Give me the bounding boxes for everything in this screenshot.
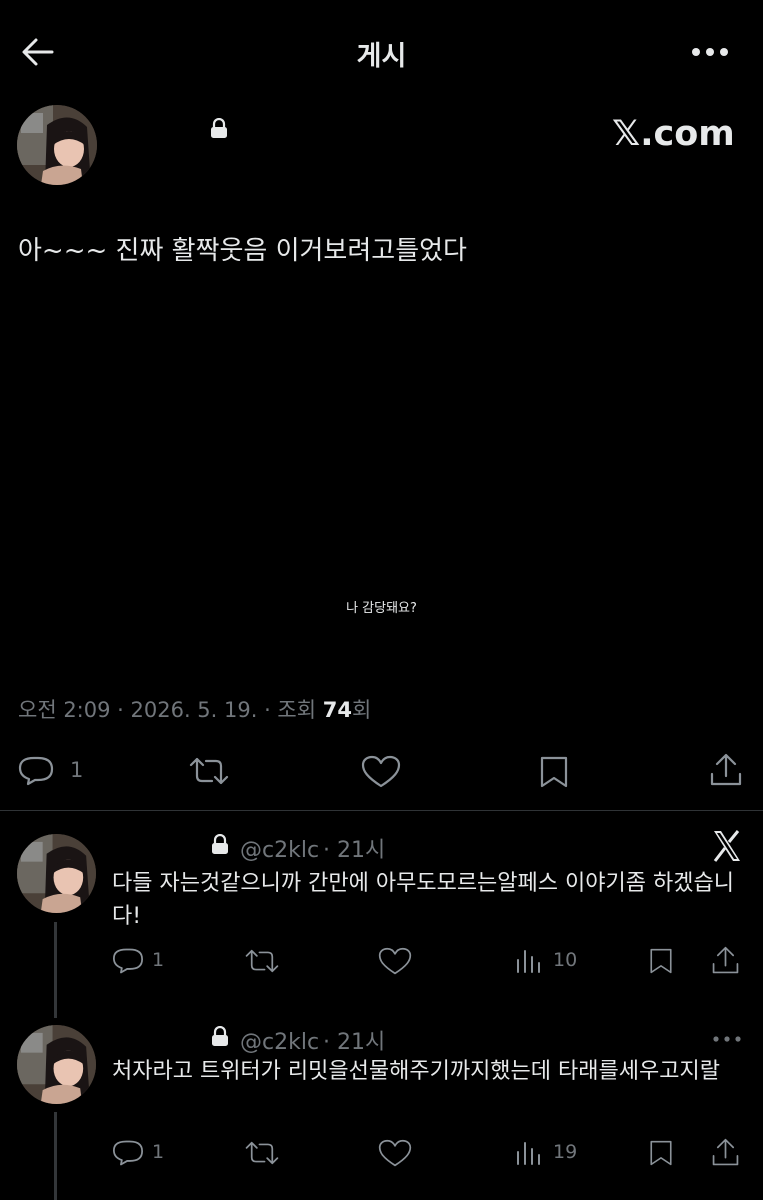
profile-photo bbox=[17, 834, 96, 913]
reply-header: @c2klc · 21시 bbox=[240, 1024, 385, 1056]
view-suffix: 회 bbox=[351, 698, 372, 722]
bookmark-button[interactable] bbox=[648, 1139, 674, 1167]
repost-button[interactable] bbox=[244, 947, 280, 975]
heart-icon bbox=[378, 947, 412, 975]
thread-line bbox=[54, 922, 57, 1018]
divider bbox=[0, 810, 763, 811]
reply-icon bbox=[113, 948, 143, 974]
reply-text: 처자라고 트위터가 리밋을선물해주기까지했는데 타래를세우고지랄 bbox=[112, 1059, 720, 1084]
bookmark-icon bbox=[650, 1140, 672, 1166]
user-handle[interactable]: @c2klc bbox=[240, 838, 319, 863]
post-text: 아~~~ 진짜 활짝웃음 이거보려고틀었다 bbox=[18, 236, 467, 266]
reply-button[interactable]: 1 bbox=[112, 946, 172, 976]
reply-text: 다들 자는것같으니까 간만에 아무도모르는알페스 이야기좀 하겠습니다! bbox=[112, 871, 734, 929]
share-button[interactable] bbox=[711, 945, 740, 976]
media-caption: 나 감당돼요? bbox=[346, 601, 417, 616]
page-title: 게시 bbox=[356, 41, 407, 72]
reply-button[interactable]: 1 bbox=[112, 1138, 172, 1168]
reply-time: · 21시 bbox=[323, 1030, 386, 1055]
bar-chart-icon bbox=[517, 950, 540, 973]
x-logo-icon bbox=[711, 829, 743, 863]
more-icon bbox=[713, 1036, 741, 1042]
profile-photo bbox=[17, 1025, 96, 1104]
lock-icon bbox=[211, 834, 229, 854]
reply-time: · 21시 bbox=[323, 838, 386, 863]
views-button[interactable]: 10 bbox=[515, 946, 585, 976]
reply-count: 1 bbox=[152, 1141, 165, 1163]
post-timestamp: 오전 2:09 · 2026. 5. 19. · 조회 bbox=[18, 698, 323, 722]
bookmark-button[interactable] bbox=[648, 947, 674, 975]
bookmark-button[interactable] bbox=[538, 755, 570, 789]
repost-button[interactable] bbox=[244, 1139, 280, 1167]
like-button[interactable] bbox=[361, 755, 401, 789]
thread-line bbox=[54, 1112, 57, 1200]
post-meta: 오전 2:09 · 2026. 5. 19. · 조회 74회 bbox=[18, 694, 371, 724]
more-options-button[interactable] bbox=[688, 40, 732, 64]
repost-icon bbox=[189, 757, 229, 785]
more-icon bbox=[692, 48, 728, 56]
reply-button[interactable]: 1 bbox=[18, 753, 98, 789]
repost-icon bbox=[245, 949, 279, 973]
heart-icon bbox=[378, 1139, 412, 1167]
share-icon bbox=[710, 753, 742, 786]
view-count: 74 bbox=[322, 698, 352, 722]
reply-icon bbox=[18, 756, 54, 786]
share-icon bbox=[712, 946, 739, 974]
view-count: 19 bbox=[553, 1141, 578, 1163]
repost-button[interactable] bbox=[188, 755, 230, 787]
reply-header: @c2klc · 21시 bbox=[240, 832, 385, 864]
reply-count: 1 bbox=[152, 949, 165, 971]
more-options-button[interactable] bbox=[712, 1034, 742, 1044]
reply-count: 1 bbox=[70, 758, 84, 782]
views-button[interactable]: 19 bbox=[515, 1138, 585, 1168]
bar-chart-icon bbox=[517, 1142, 540, 1165]
bookmark-icon bbox=[540, 756, 568, 788]
avatar[interactable] bbox=[17, 105, 97, 185]
avatar[interactable] bbox=[17, 1025, 96, 1104]
bookmark-icon bbox=[650, 948, 672, 974]
like-button[interactable] bbox=[378, 1139, 412, 1168]
heart-icon bbox=[361, 755, 401, 788]
lock-icon bbox=[210, 118, 228, 138]
share-button[interactable] bbox=[709, 752, 743, 788]
share-icon bbox=[712, 1138, 739, 1166]
user-handle[interactable]: @c2klc bbox=[240, 1030, 319, 1055]
x-watermark: 𝕏.com bbox=[612, 114, 735, 154]
reply-icon bbox=[113, 1140, 143, 1166]
profile-photo bbox=[17, 105, 97, 185]
lock-icon bbox=[211, 1026, 229, 1046]
avatar[interactable] bbox=[17, 834, 96, 913]
share-button[interactable] bbox=[711, 1137, 740, 1168]
view-count: 10 bbox=[553, 949, 578, 971]
like-button[interactable] bbox=[378, 947, 412, 976]
repost-icon bbox=[245, 1141, 279, 1165]
